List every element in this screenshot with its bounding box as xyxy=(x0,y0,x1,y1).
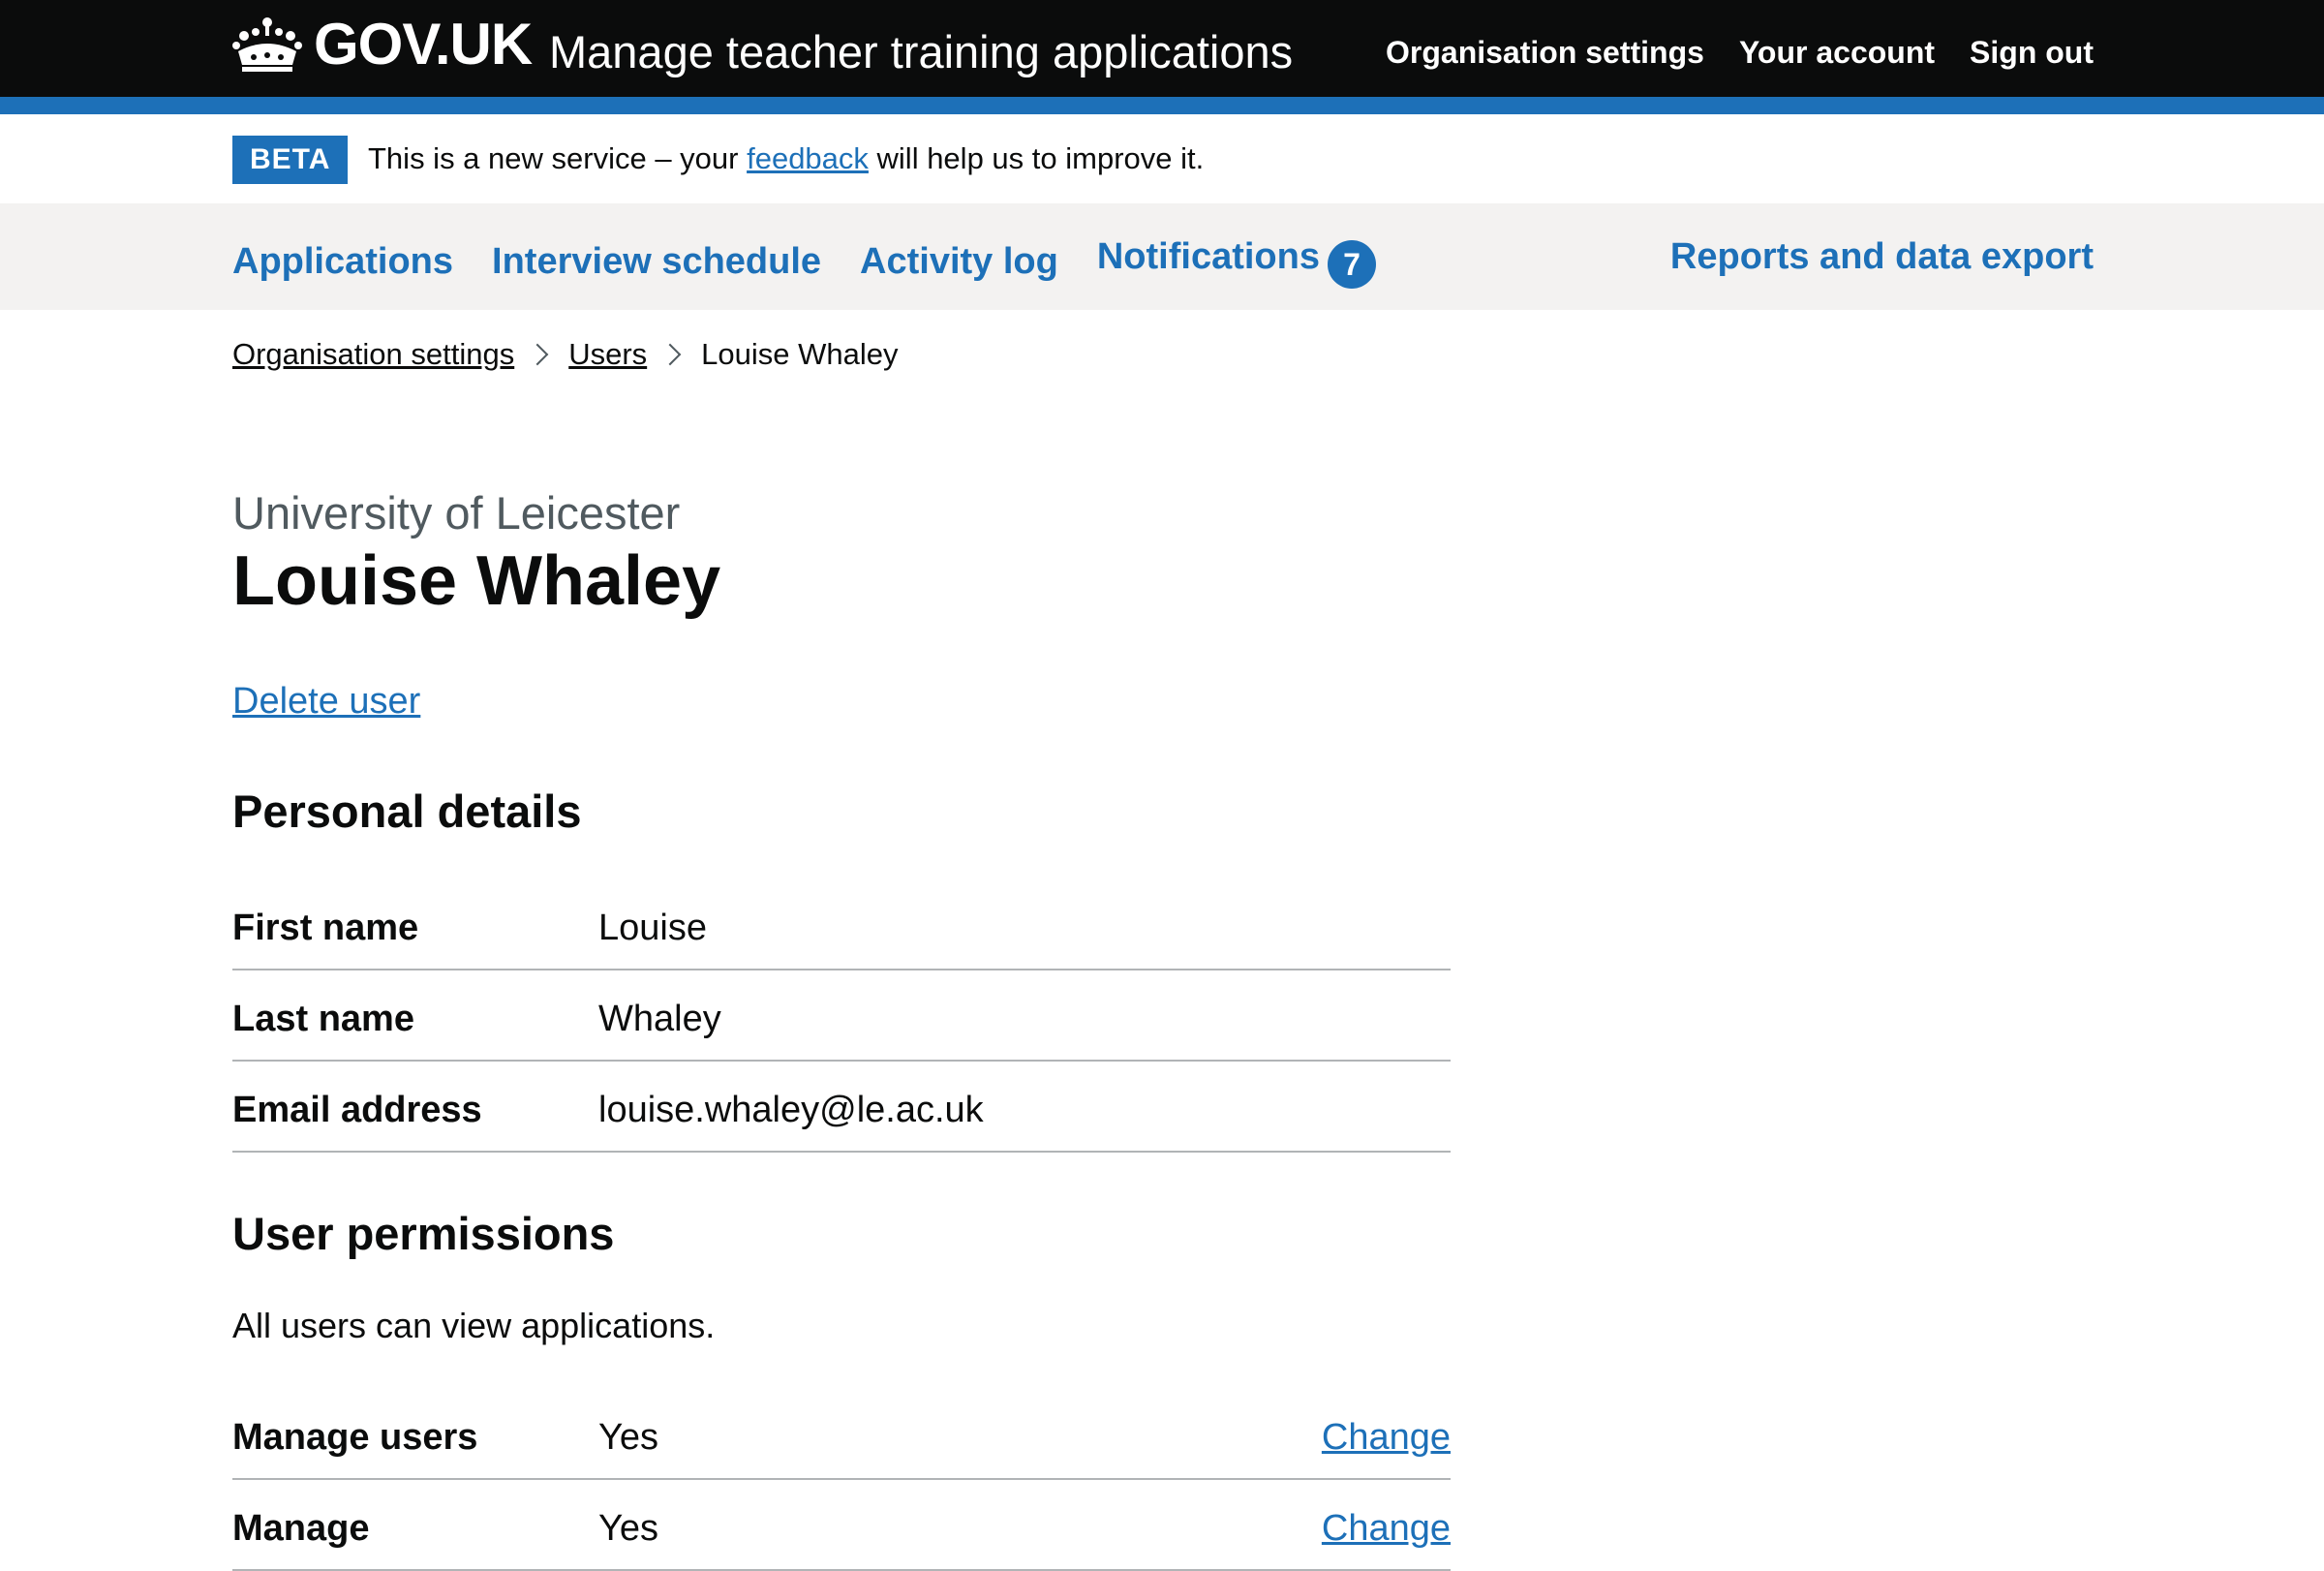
phase-banner: BETA This is a new service – your feedba… xyxy=(0,114,2324,203)
header-organisation-settings-link[interactable]: Organisation settings xyxy=(1386,33,1704,72)
summary-row-first-name: First name Louise xyxy=(232,879,1451,970)
delete-user-link[interactable]: Delete user xyxy=(232,678,420,724)
summary-row-last-name: Last name Whaley xyxy=(232,970,1451,1062)
govuk-logotype: GOV.UK xyxy=(314,12,533,77)
page-caption: University of Leicester xyxy=(232,487,681,539)
summary-value: Yes xyxy=(598,1508,658,1549)
summary-key: Manage xyxy=(232,1508,370,1549)
summary-key: First name xyxy=(232,908,419,948)
header-your-account-link[interactable]: Your account xyxy=(1739,33,1935,72)
user-permissions-summary: Manage users Yes Change Manage Yes Chang… xyxy=(232,1389,1451,1571)
nav-applications[interactable]: Applications xyxy=(232,239,453,284)
notifications-count-badge: 7 xyxy=(1327,239,1376,289)
user-permissions-heading: User permissions xyxy=(232,1208,615,1259)
header-sign-out-link[interactable]: Sign out xyxy=(1970,33,2094,72)
breadcrumb-current: Louise Whaley xyxy=(701,337,899,371)
page-title: Louise Whaley xyxy=(232,542,721,620)
breadcrumb-organisation-settings[interactable]: Organisation settings xyxy=(232,337,514,372)
crown-icon xyxy=(232,17,302,72)
nav-activity-log[interactable]: Activity log xyxy=(860,239,1058,284)
change-manage-link[interactable]: Change xyxy=(1322,1505,1451,1552)
summary-key: Email address xyxy=(232,1090,482,1130)
nav-interview-schedule[interactable]: Interview schedule xyxy=(492,239,821,284)
site-header: GOV.UK Manage teacher training applicati… xyxy=(0,0,2324,114)
summary-key: Last name xyxy=(232,999,414,1039)
feedback-link[interactable]: feedback xyxy=(747,141,869,175)
breadcrumb: Organisation settings Users Louise Whale… xyxy=(232,337,899,372)
phase-text-after: will help us to improve it. xyxy=(868,141,1205,175)
summary-value: louise.whaley@le.ac.uk xyxy=(598,1090,984,1130)
permissions-intro-text: All users can view applications. xyxy=(232,1306,716,1345)
nav-notifications-group[interactable]: Notifications 7 xyxy=(1097,234,1376,289)
chevron-right-icon xyxy=(526,343,549,366)
change-manage-users-link[interactable]: Change xyxy=(1322,1414,1451,1461)
phase-text-before: This is a new service – your xyxy=(368,141,748,175)
phase-banner-text: This is a new service – your feedback wi… xyxy=(368,139,1204,178)
nav-notifications[interactable]: Notifications xyxy=(1097,236,1320,277)
govuk-logo-link[interactable]: GOV.UK xyxy=(232,12,533,77)
header-navigation: Organisation settings Your account Sign … xyxy=(1386,33,2094,72)
service-name-link[interactable]: Manage teacher training applications xyxy=(549,23,1293,81)
summary-value: Whaley xyxy=(598,999,721,1039)
chevron-right-icon xyxy=(658,343,682,366)
summary-value: Yes xyxy=(598,1417,658,1458)
beta-tag: BETA xyxy=(232,136,349,184)
personal-details-heading: Personal details xyxy=(232,786,582,837)
summary-row-manage: Manage Yes Change xyxy=(232,1480,1451,1571)
breadcrumb-users[interactable]: Users xyxy=(568,337,647,372)
summary-key: Manage users xyxy=(232,1417,478,1458)
primary-navigation: Applications Interview schedule Activity… xyxy=(0,203,2324,310)
summary-value: Louise xyxy=(598,908,707,948)
summary-row-manage-users: Manage users Yes Change xyxy=(232,1389,1451,1480)
summary-row-email: Email address louise.whaley@le.ac.uk xyxy=(232,1062,1451,1153)
nav-reports-and-data-export[interactable]: Reports and data export xyxy=(1670,236,2094,277)
personal-details-summary: First name Louise Last name Whaley Email… xyxy=(232,879,1451,1153)
